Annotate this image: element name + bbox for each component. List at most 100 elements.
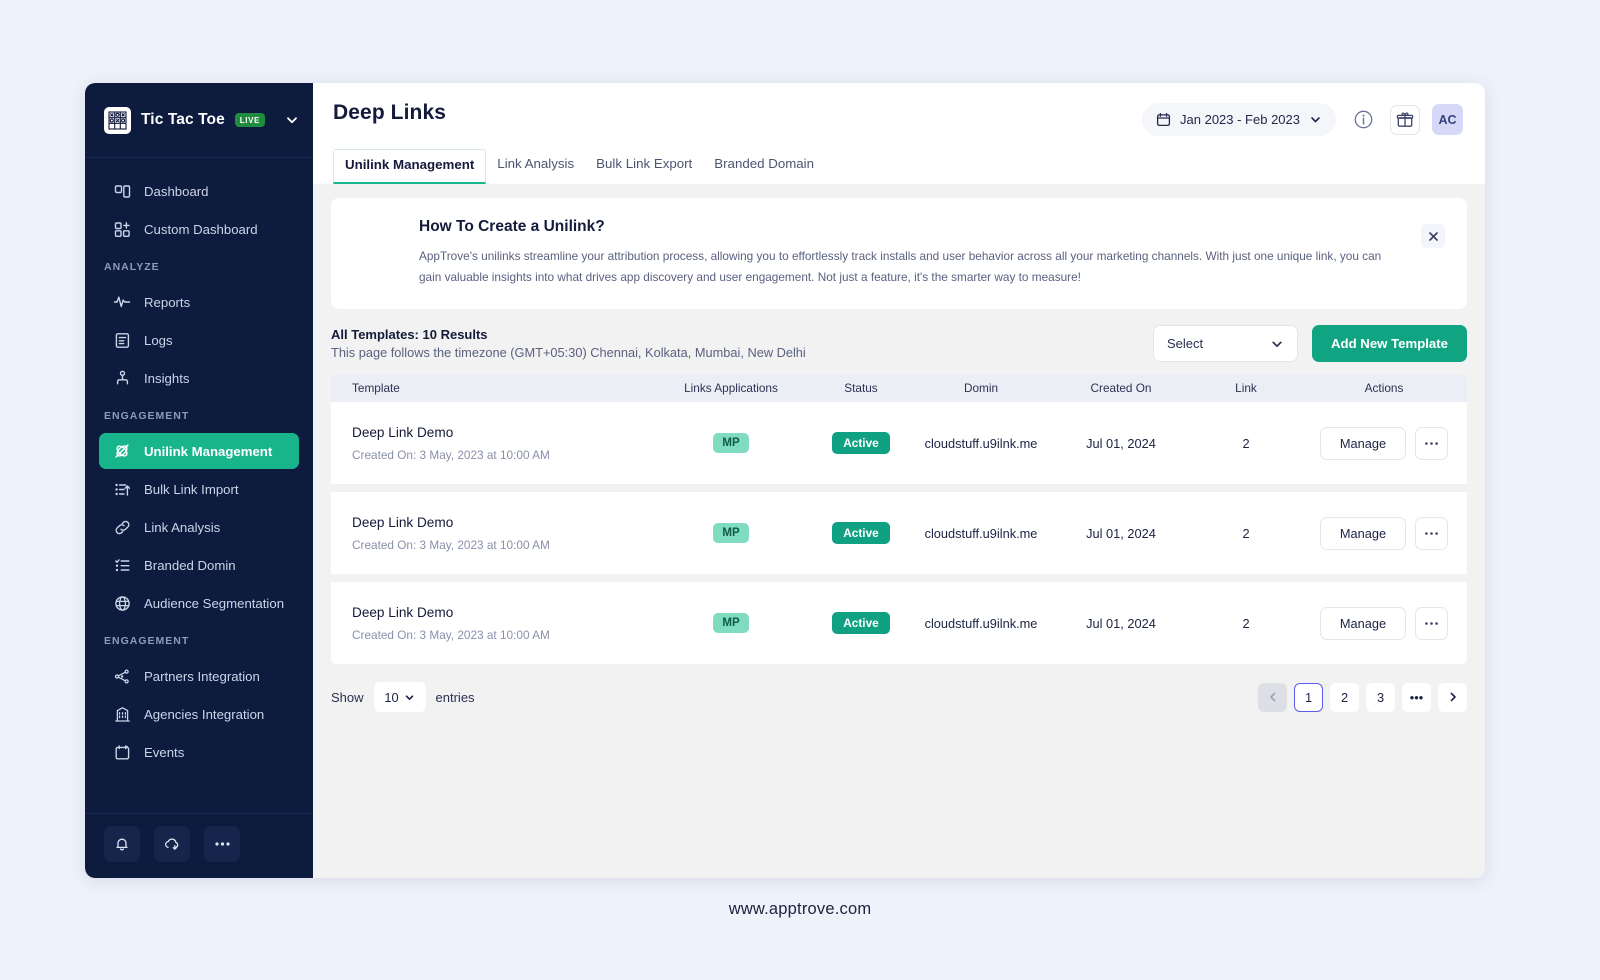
nav-section-engagement-1: ENGAGEMENT — [104, 410, 190, 422]
app-chip: MP — [713, 613, 749, 634]
cell-created-on: Jul 01, 2024 — [1086, 525, 1156, 541]
logs-icon — [113, 331, 131, 349]
pagination-page-2[interactable]: 2 — [1330, 682, 1359, 712]
row-more-button[interactable] — [1415, 516, 1448, 550]
entries-value: 10 — [384, 689, 399, 705]
template-name: Deep Link Demo — [352, 424, 454, 440]
sidebar-item-label: Unilink Management — [144, 443, 273, 459]
sidebar: Tic Tac Toe LIVE Dashboard Custom Dashbo… — [85, 83, 313, 878]
globe-icon — [113, 594, 131, 612]
sidebar-item-label: Bulk Link Import — [144, 481, 239, 497]
sidebar-nav: Dashboard Custom Dashboard ANALYZE Repor… — [85, 158, 313, 813]
cell-template: Deep Link Demo Created On: 3 May, 2023 a… — [331, 515, 651, 552]
insights-icon — [113, 369, 131, 387]
bell-icon — [114, 836, 130, 852]
manage-button[interactable]: Manage — [1320, 426, 1406, 460]
events-calendar-icon — [113, 743, 131, 761]
sidebar-item-bulk-link-import[interactable]: Bulk Link Import — [99, 471, 299, 507]
row-more-button[interactable] — [1415, 606, 1448, 640]
sidebar-item-label: Insights — [144, 370, 190, 386]
sidebar-item-dashboard[interactable]: Dashboard — [99, 173, 299, 209]
column-header-domin: Domin — [963, 381, 999, 396]
sidebar-item-partners-integration[interactable]: Partners Integration — [99, 658, 299, 694]
nav-section-analyze: ANALYZE — [104, 261, 160, 273]
more-options-button[interactable] — [204, 826, 240, 862]
cell-created-on: Jul 01, 2024 — [1086, 615, 1156, 631]
chevron-left-icon — [1267, 691, 1279, 703]
row-more-button[interactable] — [1415, 426, 1448, 460]
pager: 1 2 3 ••• — [1258, 682, 1467, 712]
tab-unilink-management[interactable]: Unilink Management — [333, 149, 487, 184]
results-timezone: This page follows the timezone (GMT+05:3… — [331, 345, 806, 361]
template-created-sub: Created On: 3 May, 2023 at 10:00 AM — [352, 447, 550, 462]
entries-per-page-select[interactable]: 10 — [373, 682, 426, 713]
cell-actions: Manage — [1301, 516, 1467, 550]
sidebar-item-agencies-integration[interactable]: Agencies Integration — [99, 696, 299, 732]
filter-select-label: Select — [1167, 336, 1204, 352]
cell-link-count: 2 — [1242, 435, 1250, 451]
chevron-down-icon — [404, 692, 415, 703]
date-range-picker[interactable]: Jan 2023 - Feb 2023 — [1142, 103, 1336, 136]
sidebar-item-label: Custom Dashboard — [144, 221, 258, 237]
tab-bulk-link-export[interactable]: Bulk Link Export — [585, 149, 703, 184]
pagination-page-ellipsis[interactable]: ••• — [1402, 682, 1431, 712]
cell-status: Active — [811, 432, 911, 455]
sidebar-item-events[interactable]: Events — [99, 734, 299, 770]
show-entries-group: Show 10 entries — [331, 682, 475, 713]
notifications-button[interactable] — [104, 826, 140, 862]
manage-button[interactable]: Manage — [1320, 606, 1406, 640]
date-range-label: Jan 2023 - Feb 2023 — [1180, 112, 1300, 127]
top-bar: Deep Links Jan 2023 - Feb 2023 AC Unilin… — [313, 83, 1485, 184]
table-row[interactable]: Deep Link Demo Created On: 3 May, 2023 a… — [331, 582, 1467, 665]
agencies-icon — [113, 705, 131, 723]
sidebar-item-insights[interactable]: Insights — [99, 360, 299, 396]
table-row[interactable]: Deep Link Demo Created On: 3 May, 2023 a… — [331, 402, 1467, 485]
brand-switcher[interactable]: Tic Tac Toe LIVE — [85, 83, 313, 158]
sidebar-item-label: Branded Domin — [144, 557, 236, 573]
sidebar-item-custom-dashboard[interactable]: Custom Dashboard — [99, 211, 299, 247]
status-badge: Active — [832, 612, 890, 635]
sidebar-item-branded-domin[interactable]: Branded Domin — [99, 547, 299, 583]
template-created-sub: Created On: 3 May, 2023 at 10:00 AM — [352, 537, 550, 552]
show-label: Show — [331, 689, 364, 705]
filter-select[interactable]: Select — [1153, 325, 1298, 363]
manage-button[interactable]: Manage — [1320, 516, 1406, 550]
column-header-links-applications: Links Applications — [684, 381, 778, 396]
sidebar-item-label: Dashboard — [144, 183, 209, 199]
cell-domin: cloudstuff.u9ilnk.me — [924, 525, 1038, 541]
cell-link-count: 2 — [1242, 615, 1250, 631]
nav-section-engagement-2: ENGAGEMENT — [104, 635, 190, 647]
banner-close-button[interactable] — [1421, 224, 1445, 248]
nav-group-main: Dashboard Custom Dashboard — [85, 173, 313, 247]
app-window: Tic Tac Toe LIVE Dashboard Custom Dashbo… — [85, 83, 1485, 878]
pagination-prev-button[interactable] — [1258, 682, 1287, 712]
pagination-page-1[interactable]: 1 — [1294, 682, 1323, 712]
sidebar-item-audience-segmentation[interactable]: Audience Segmentation — [99, 585, 299, 621]
table-header-row: Template Links Applications Status Domin… — [331, 374, 1467, 403]
info-button[interactable] — [1348, 105, 1378, 135]
tab-branded-domain[interactable]: Branded Domain — [703, 149, 825, 184]
chevron-down-icon[interactable] — [285, 113, 299, 127]
cloud-download-button[interactable] — [154, 826, 190, 862]
sidebar-item-logs[interactable]: Logs — [99, 322, 299, 358]
sidebar-item-label: Agencies Integration — [144, 706, 265, 722]
live-badge: LIVE — [234, 113, 265, 127]
add-new-template-button[interactable]: Add New Template — [1312, 325, 1467, 363]
tab-link-analysis[interactable]: Link Analysis — [486, 149, 585, 184]
sidebar-item-reports[interactable]: Reports — [99, 284, 299, 320]
pagination-bar: Show 10 entries 1 2 3 ••• — [313, 664, 1485, 713]
top-bar-actions: Jan 2023 - Feb 2023 AC — [1142, 101, 1463, 136]
cell-domin: cloudstuff.u9ilnk.me — [924, 615, 1038, 631]
table-row[interactable]: Deep Link Demo Created On: 3 May, 2023 a… — [331, 492, 1467, 575]
status-badge: Active — [832, 432, 890, 455]
app-chip: MP — [713, 523, 749, 544]
pagination-next-button[interactable] — [1438, 682, 1467, 712]
sidebar-item-unilink-management[interactable]: Unilink Management — [99, 433, 299, 469]
sidebar-item-link-analysis[interactable]: Link Analysis — [99, 509, 299, 545]
pagination-page-3[interactable]: 3 — [1366, 682, 1395, 712]
avatar[interactable]: AC — [1432, 104, 1463, 135]
gift-button[interactable] — [1390, 104, 1420, 135]
app-chip: MP — [713, 433, 749, 454]
page-title: Deep Links — [333, 101, 447, 124]
sidebar-footer — [85, 813, 313, 878]
